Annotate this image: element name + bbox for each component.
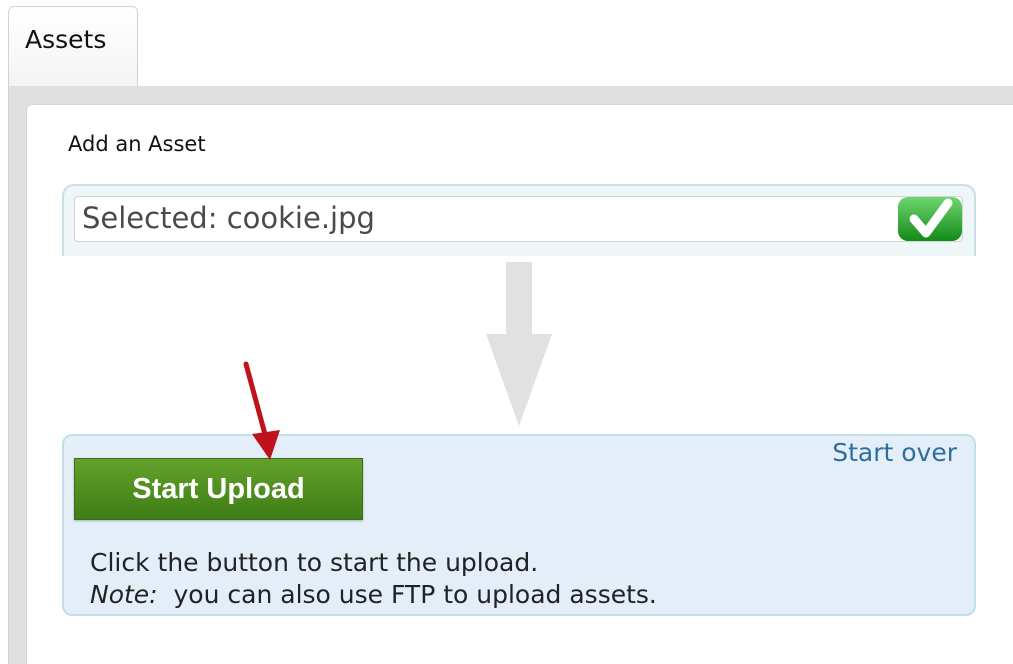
down-arrow-icon [486,262,552,426]
annotation-arrow-icon [243,361,280,460]
start-upload-button[interactable]: Start Upload [74,458,363,520]
ftp-note: Note: you can also use FTP to upload ass… [90,580,657,609]
start-over-link[interactable]: Start over [832,438,957,467]
tab-assets-label: Assets [25,25,107,54]
checkmark-icon [898,197,962,241]
note-label: Note: [90,580,158,609]
selected-file-text: Selected: cookie.jpg [82,201,375,235]
upload-help-text: Click the button to start the upload. [90,548,539,577]
note-text: you can also use FTP to upload assets. [173,580,657,609]
panel-title: Add an Asset [68,132,206,156]
tab-assets[interactable]: Assets [8,6,138,90]
